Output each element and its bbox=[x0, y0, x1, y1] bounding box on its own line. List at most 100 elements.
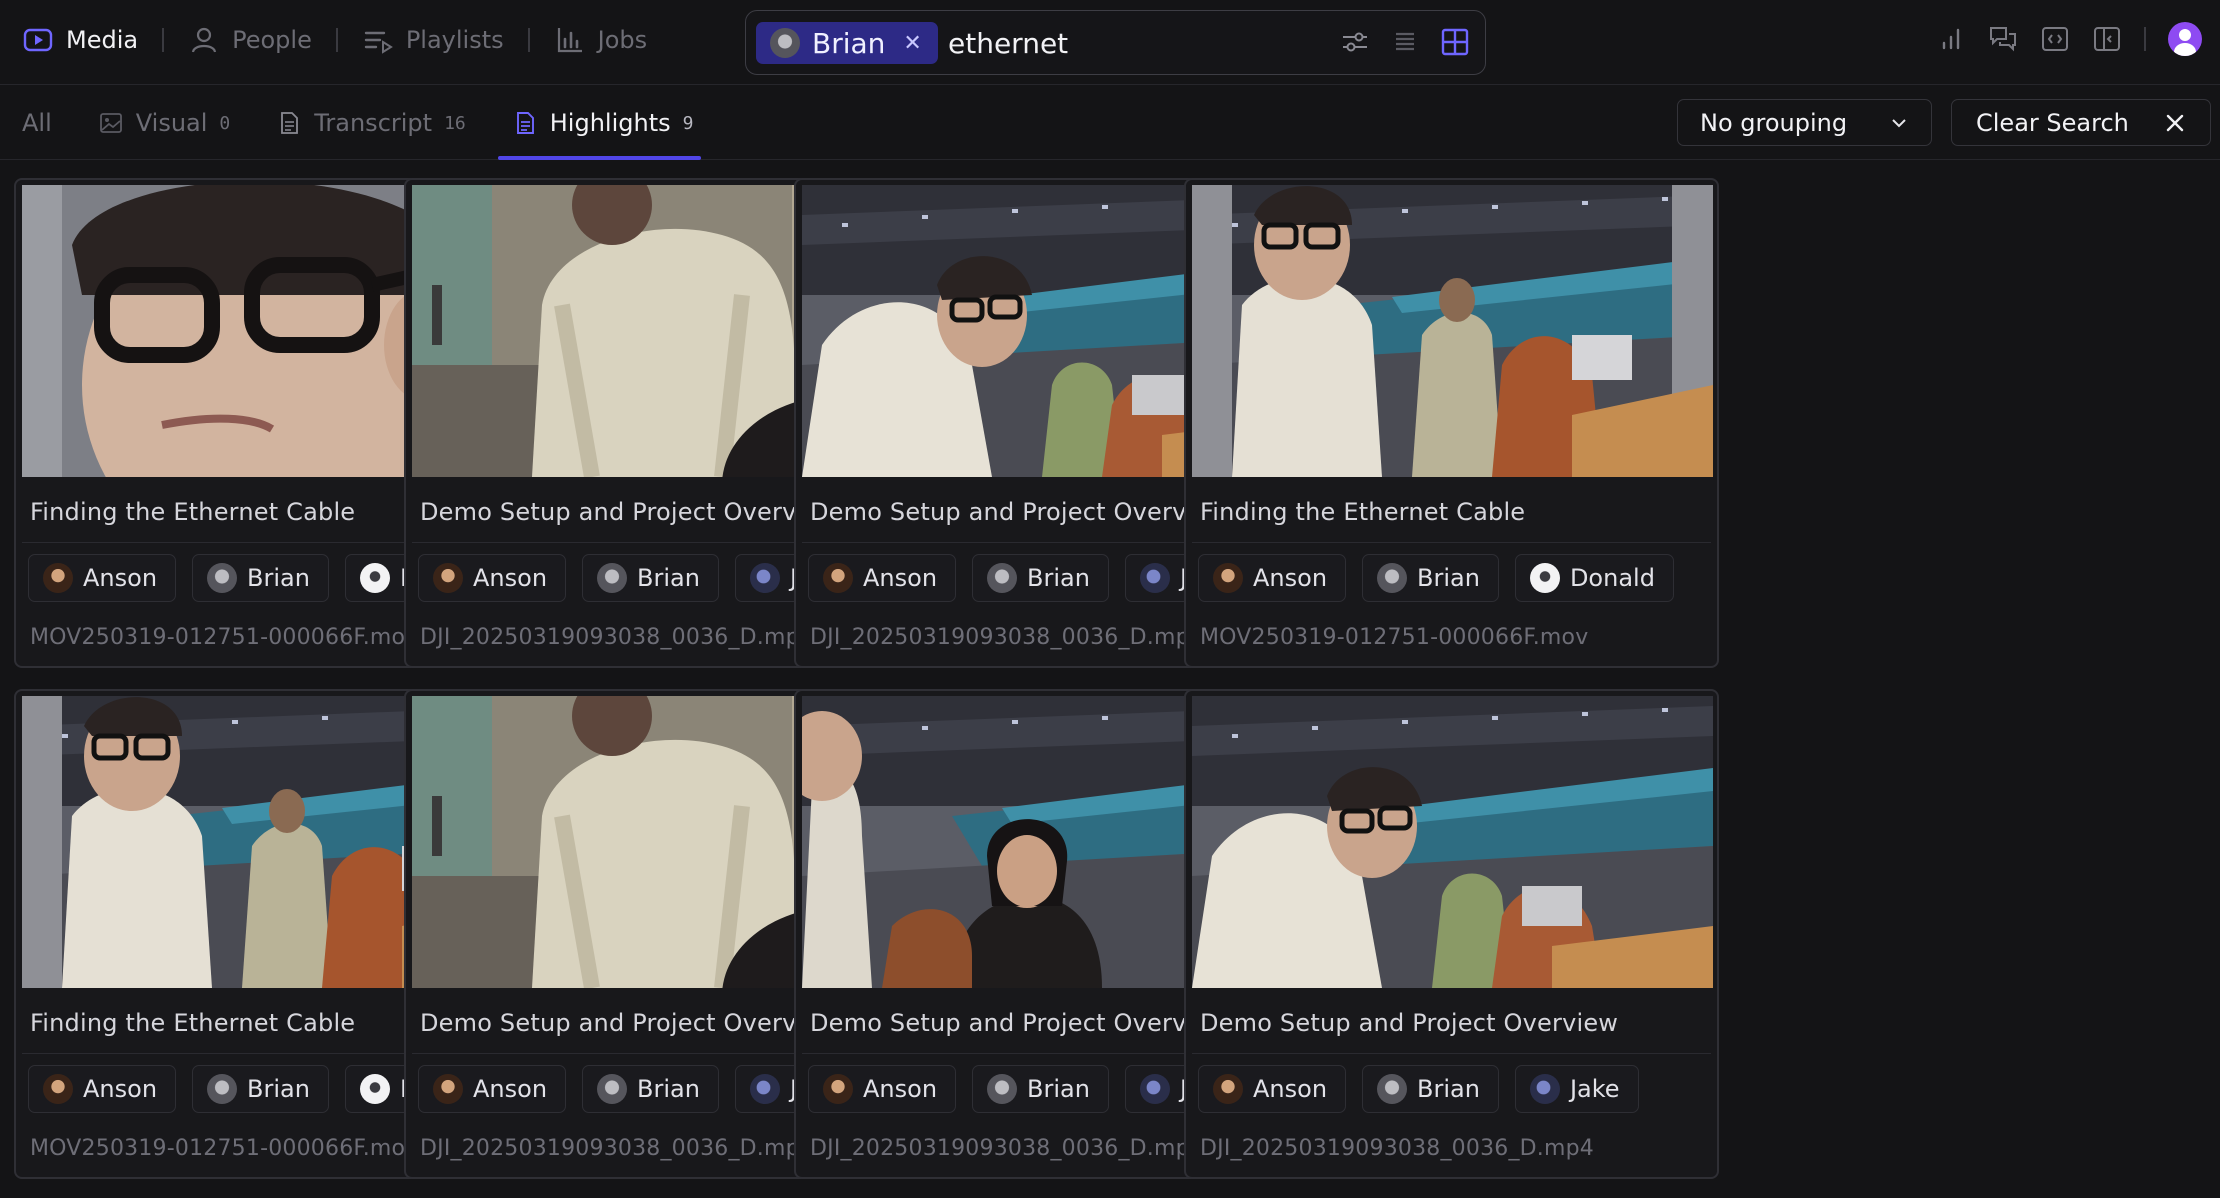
person-avatar bbox=[359, 563, 390, 593]
person-chip[interactable]: Anson bbox=[418, 1065, 567, 1113]
person-avatar bbox=[597, 1074, 628, 1104]
toolbar-divider bbox=[2144, 27, 2146, 51]
card-divider bbox=[1192, 542, 1711, 543]
person-chip[interactable]: Jake bbox=[1514, 1065, 1639, 1113]
nav-jobs-label: Jobs bbox=[597, 26, 648, 54]
video-thumbnail[interactable] bbox=[1192, 696, 1713, 988]
card-filename: DJI_20250319093038_0036_D.mp4 bbox=[420, 625, 814, 650]
result-tabs: All Visual 0 Transcript 16 Highlights 9 bbox=[22, 86, 739, 160]
person-chip[interactable]: Brian bbox=[192, 554, 329, 602]
person-avatar bbox=[43, 1074, 73, 1104]
sidebar-toggle-icon[interactable] bbox=[2092, 24, 2122, 54]
person-avatar bbox=[749, 1074, 780, 1104]
close-icon bbox=[2164, 112, 2186, 134]
chevron-down-icon bbox=[1889, 113, 1909, 133]
result-card[interactable]: Demo Setup and Project Overview Anson Bria… bbox=[1184, 689, 1719, 1179]
user-avatar[interactable] bbox=[2168, 22, 2202, 56]
card-title: Finding the Ethernet Cable bbox=[30, 498, 356, 526]
person-chip[interactable]: Anson bbox=[808, 1065, 957, 1113]
person-chip-label: Brian bbox=[247, 1075, 310, 1103]
person-chip[interactable]: Anson bbox=[28, 1065, 177, 1113]
tab-visual[interactable]: Visual 0 bbox=[98, 86, 231, 160]
person-chip[interactable]: Brian bbox=[972, 1065, 1109, 1113]
people-chips: Anson Brian Jake bbox=[1198, 1065, 1639, 1113]
tab-all[interactable]: All bbox=[22, 86, 52, 160]
person-filter-chip[interactable]: Brian ✕ bbox=[756, 22, 938, 64]
search-input[interactable] bbox=[948, 23, 1248, 63]
person-chip-label: Anson bbox=[473, 1075, 548, 1103]
person-chip[interactable]: Anson bbox=[808, 554, 957, 602]
highlight-document-icon bbox=[512, 110, 538, 136]
tab-visual-label: Visual bbox=[135, 109, 208, 137]
people-chips: AnsonBrianJake bbox=[418, 1065, 859, 1113]
card-title: Demo Setup and Project Overview bbox=[810, 1009, 1229, 1037]
clear-search-button[interactable]: Clear Search bbox=[1951, 99, 2211, 146]
person-chip[interactable]: Anson bbox=[418, 554, 567, 602]
card-title: Demo Setup and Project Overview bbox=[420, 498, 839, 526]
person-avatar bbox=[1213, 1074, 1243, 1104]
person-chip-label: Anson bbox=[83, 1075, 158, 1103]
person-chip[interactable]: Anson bbox=[1198, 1065, 1347, 1113]
grid-view-icon[interactable] bbox=[1439, 26, 1471, 58]
card-title: Finding the Ethernet Cable bbox=[30, 1009, 356, 1037]
person-avatar bbox=[359, 1074, 390, 1104]
card-title: Demo Setup and Project Overview bbox=[1200, 1009, 1619, 1037]
list-view-icon[interactable] bbox=[1389, 26, 1421, 58]
person-chip-label: Anson bbox=[83, 564, 158, 592]
person-chip[interactable]: Donald bbox=[1514, 554, 1674, 602]
nav-divider bbox=[162, 28, 165, 52]
tab-highlights-label: Highlights bbox=[549, 109, 671, 137]
person-chip[interactable]: Brian bbox=[1362, 1065, 1499, 1113]
person-icon bbox=[188, 24, 220, 56]
card-filename: DJI_20250319093038_0036_D.mp4 bbox=[420, 1136, 814, 1161]
nav-jobs[interactable]: Jobs bbox=[554, 24, 648, 56]
nav-media[interactable]: Media bbox=[22, 24, 138, 56]
nav-divider bbox=[335, 28, 338, 52]
filter-sliders-icon[interactable] bbox=[1339, 26, 1371, 58]
view-tools bbox=[1339, 26, 1471, 58]
chat-icon[interactable] bbox=[1988, 24, 2018, 54]
person-chip-label: Jake bbox=[1569, 1075, 1620, 1103]
document-icon bbox=[276, 110, 302, 136]
tab-highlights[interactable]: Highlights 9 bbox=[497, 86, 702, 160]
person-chip-label: Donald bbox=[1569, 564, 1655, 592]
image-icon bbox=[98, 110, 124, 136]
person-chip[interactable]: Brian bbox=[582, 1065, 719, 1113]
person-avatar bbox=[1139, 563, 1170, 593]
person-avatar bbox=[1529, 563, 1560, 593]
remove-filter-icon[interactable]: ✕ bbox=[903, 31, 921, 56]
person-chip-label: Anson bbox=[1253, 564, 1328, 592]
person-avatar bbox=[987, 563, 1018, 593]
person-chip-label: Brian bbox=[637, 1075, 700, 1103]
person-chip[interactable]: Anson bbox=[28, 554, 177, 602]
person-chip[interactable]: Brian bbox=[1362, 554, 1499, 602]
person-chip[interactable]: Anson bbox=[1198, 554, 1347, 602]
grouping-select[interactable]: No grouping bbox=[1677, 99, 1932, 146]
tab-transcript[interactable]: Transcript 16 bbox=[276, 86, 466, 160]
person-avatar bbox=[749, 563, 780, 593]
search-bar[interactable]: Brian ✕ bbox=[745, 10, 1486, 75]
person-chip[interactable]: Brian bbox=[972, 554, 1109, 602]
result-card[interactable]: Finding the Ethernet Cable Anson Brian Dona… bbox=[1184, 178, 1719, 668]
code-window-icon[interactable] bbox=[2040, 24, 2070, 54]
person-chip[interactable]: Brian bbox=[192, 1065, 329, 1113]
signal-bars-icon[interactable] bbox=[1936, 24, 1966, 54]
tab-visual-count: 0 bbox=[219, 112, 231, 134]
card-filename: DJI_20250319093038_0036_D.mp4 bbox=[810, 1136, 1204, 1161]
person-chip-label: Brian bbox=[1417, 1075, 1480, 1103]
grouping-value: No grouping bbox=[1700, 108, 1848, 137]
nav-playlists[interactable]: Playlists bbox=[362, 24, 504, 56]
right-toolbar bbox=[1936, 22, 2202, 56]
person-avatar bbox=[1213, 563, 1243, 593]
media-icon bbox=[22, 24, 54, 56]
video-thumbnail[interactable] bbox=[1192, 185, 1713, 477]
person-avatar bbox=[1377, 563, 1408, 593]
person-chip[interactable]: Brian bbox=[582, 554, 719, 602]
person-avatar bbox=[433, 1074, 463, 1104]
person-avatar bbox=[823, 1074, 853, 1104]
person-chip-label: Anson bbox=[473, 564, 548, 592]
nav-people-label: People bbox=[232, 26, 312, 54]
card-title: Finding the Ethernet Cable bbox=[1200, 498, 1526, 526]
person-avatar bbox=[1139, 1074, 1170, 1104]
nav-people[interactable]: People bbox=[188, 24, 312, 56]
